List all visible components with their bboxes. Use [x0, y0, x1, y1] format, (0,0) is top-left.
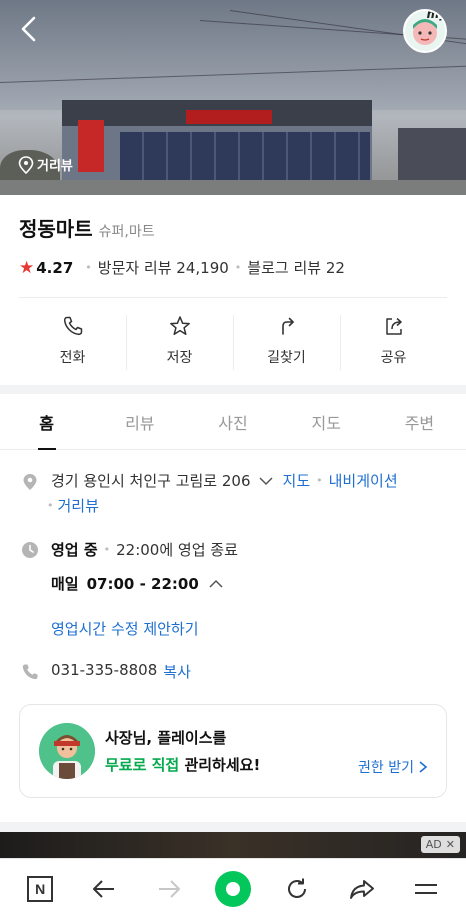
rating-row: ★ 4.27 • 방문자 리뷰 24,190 • 블로그 리뷰 22 [19, 257, 345, 278]
tab-bar: 홈 리뷰 사진 지도 주변 [0, 394, 466, 450]
claim-permission-button[interactable]: 권한 받기 [358, 757, 428, 777]
owner-card-line1: 사장님, 플레이스를 [105, 729, 227, 747]
divider [19, 297, 447, 298]
schedule-day: 매일 [51, 575, 79, 593]
place-title-row: 정동마트 슈퍼,마트 [19, 213, 155, 242]
save-label: 저장 [166, 350, 193, 366]
closing-time: 22:00에 영업 종료 [116, 541, 238, 559]
visitor-reviews-link[interactable]: 방문자 리뷰 24,190 [98, 257, 229, 278]
suggest-hours-link[interactable]: 영업시간 수정 제안하기 [51, 618, 199, 639]
directions-label: 길찾기 [267, 350, 306, 366]
naver-logo-icon: N [27, 875, 54, 902]
tab-nearby[interactable]: 주변 [373, 394, 466, 449]
avatar-badge: my [426, 9, 447, 21]
browser-share-button[interactable] [340, 867, 384, 911]
street-view-link[interactable]: 거리뷰 [58, 495, 99, 516]
ground [0, 180, 466, 195]
share-arrow-icon [349, 879, 374, 899]
navigation-link[interactable]: 내비게이션 [329, 470, 398, 491]
hamburger-menu-icon [414, 883, 437, 894]
naver-home-button[interactable]: N [18, 867, 62, 911]
hours-schedule-row[interactable]: 매일 07:00 - 22:00 [51, 573, 225, 594]
owner-card-line2-rest: 관리하세요! [179, 756, 261, 774]
chevron-down-icon[interactable] [257, 474, 275, 488]
my-profile-avatar[interactable]: my [403, 9, 447, 53]
tab-photos[interactable]: 사진 [186, 394, 279, 449]
street-view-label: 거리뷰 [37, 159, 73, 174]
directions-icon [281, 317, 294, 335]
call-label: 전화 [59, 350, 86, 366]
share-button[interactable]: 공유 [340, 305, 447, 377]
chevron-up-icon[interactable] [207, 577, 225, 591]
blog-reviews-link[interactable]: 블로그 리뷰 22 [247, 257, 345, 278]
refresh-button[interactable] [275, 867, 319, 911]
clock-icon [21, 541, 39, 559]
save-button[interactable]: 저장 [126, 305, 233, 377]
store-sign [186, 110, 272, 124]
separator-dot: • [85, 261, 92, 274]
phone-row: 031-335-8808 복사 [51, 661, 191, 682]
place-category: 슈퍼,마트 [98, 224, 155, 240]
location-pin-icon [18, 155, 34, 174]
chevron-right-icon [419, 761, 428, 773]
address-row-2: • 거리뷰 [47, 495, 99, 516]
section-divider [0, 822, 466, 832]
ad-close-icon[interactable]: ✕ [446, 838, 455, 851]
phone-icon [21, 663, 39, 681]
ad-label: AD [425, 838, 442, 851]
refresh-icon [288, 878, 307, 898]
claim-permission-label: 권한 받기 [358, 760, 414, 776]
tab-reviews[interactable]: 리뷰 [93, 394, 186, 449]
rating-star-icon: ★ [19, 257, 35, 278]
action-bar: 전화 저장 길찾기 공유 [19, 305, 447, 377]
star-icon [169, 316, 190, 336]
tab-home[interactable]: 홈 [0, 394, 93, 450]
shopkeeper-icon [39, 723, 95, 779]
owner-illustration [39, 723, 95, 779]
separator-dot: • [316, 474, 323, 487]
street-view-button[interactable]: 거리뷰 [18, 155, 73, 174]
section-divider [0, 385, 466, 394]
call-button[interactable]: 전화 [19, 305, 126, 377]
owner-card-highlight: 무료로 직접 [105, 756, 180, 774]
directions-button[interactable]: 길찾기 [233, 305, 340, 377]
business-status: 영업 중 [51, 541, 98, 559]
back-button[interactable] [12, 12, 44, 46]
building-windows [120, 132, 370, 182]
vertical-sign [78, 120, 104, 172]
green-dot-button[interactable] [211, 867, 255, 911]
browser-toolbar: N [0, 858, 466, 918]
address-text: 경기 용인시 처인구 고림로 206 [51, 472, 251, 490]
green-dot-icon [214, 870, 251, 907]
share-icon [385, 317, 402, 335]
copy-phone-button[interactable]: 복사 [163, 661, 191, 682]
separator-dot: • [234, 261, 242, 274]
place-name: 정동마트 [19, 217, 93, 241]
ad-badge[interactable]: AD ✕ [420, 836, 460, 853]
hero-sky [0, 0, 466, 110]
phone-number[interactable]: 031-335-8808 [51, 661, 157, 682]
browser-back-button[interactable] [82, 867, 126, 911]
separator-dot: • [47, 499, 54, 512]
menu-button[interactable] [404, 867, 448, 911]
share-label: 공유 [380, 350, 407, 366]
arrow-left-icon [93, 879, 115, 898]
owner-card-line2: 무료로 직접 관리하세요! [105, 754, 260, 775]
schedule-hours: 07:00 - 22:00 [86, 574, 199, 593]
phone-icon [63, 316, 82, 336]
separator-dot: • [103, 543, 111, 556]
arrow-right-icon [158, 879, 180, 898]
rating-value: 4.27 [36, 258, 74, 277]
browser-forward-button[interactable] [147, 867, 191, 911]
chevron-left-icon [21, 16, 36, 42]
map-pin-icon [21, 473, 39, 491]
address-row: 경기 용인시 처인구 고림로 206 지도 • 내비게이션 [51, 470, 398, 491]
business-status-row: 영업 중 • 22:00에 영업 종료 [51, 539, 238, 560]
tab-map[interactable]: 지도 [280, 394, 373, 449]
map-link[interactable]: 지도 [283, 470, 311, 491]
owner-claim-card[interactable]: 사장님, 플레이스를 무료로 직접 관리하세요! 권한 받기 [19, 704, 447, 798]
